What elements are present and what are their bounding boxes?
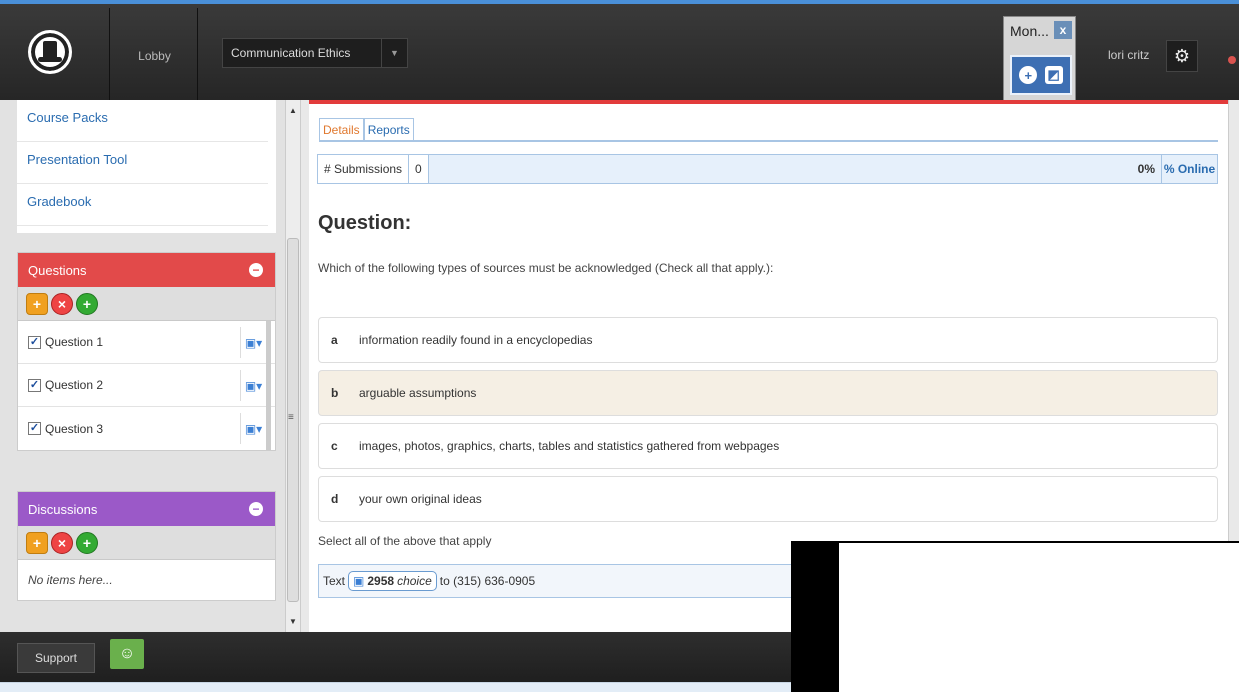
smiley-feedback-icon[interactable]: ☺	[110, 639, 144, 669]
delete-icon[interactable]: ×	[51, 292, 73, 315]
status-dot-icon	[1228, 56, 1236, 64]
text-response-bar: Text ▣ 2958 choice to (315) 636-0905	[318, 564, 793, 598]
support-button[interactable]: Support	[17, 643, 95, 673]
choice-b[interactable]: b arguable assumptions	[318, 370, 1218, 416]
text-prefix: Text	[323, 574, 346, 588]
monitor-widget: Mon... x + ◩	[1003, 16, 1076, 102]
tab-bar: Details Reports	[319, 118, 414, 142]
new-folder-icon[interactable]: +	[26, 531, 48, 554]
course-dropdown[interactable]: Communication Ethics ▼	[222, 38, 408, 68]
question-menu-icon[interactable]: ▣▾	[240, 370, 266, 401]
question-text: Which of the following types of sources …	[318, 261, 774, 275]
row-scroll-indicator	[266, 321, 271, 364]
sms-number: to (315) 636-0905	[439, 574, 536, 588]
sidebar-links: Course Packs Presentation Tool Gradebook	[17, 100, 276, 233]
question-label: Question 2	[45, 378, 104, 392]
new-folder-icon[interactable]: +	[26, 292, 48, 315]
empty-message: No items here...	[28, 573, 113, 587]
tab-details[interactable]: Details	[319, 118, 364, 142]
overlay-blank-area	[839, 543, 1239, 692]
monitor-title: Mon...	[1010, 23, 1049, 39]
questions-header[interactable]: Questions −	[18, 253, 275, 287]
gradebook-link[interactable]: Gradebook	[17, 184, 268, 226]
lobby-link[interactable]: Lobby	[112, 8, 198, 104]
choice-d[interactable]: d your own original ideas	[318, 476, 1218, 522]
online-percent: 0%	[1137, 162, 1155, 176]
chevron-down-icon[interactable]: ▼	[381, 39, 407, 67]
list-item[interactable]: ✓ Question 1 ▣▾	[18, 321, 275, 364]
add-icon[interactable]: +	[76, 292, 98, 315]
collapse-icon[interactable]: −	[249, 502, 263, 516]
list-item[interactable]: ✓ Question 2 ▣▾	[18, 364, 275, 407]
course-packs-link[interactable]: Course Packs	[17, 100, 268, 142]
add-icon[interactable]: +	[76, 531, 98, 554]
choice-letter: d	[331, 492, 339, 506]
discussions-panel: Discussions − + × + No items here...	[17, 491, 276, 601]
submissions-count: 0	[409, 155, 429, 183]
user-name[interactable]: lori critz	[1108, 48, 1149, 62]
gear-icon[interactable]: ⚙	[1166, 40, 1198, 72]
sms-code: 2958	[367, 574, 395, 588]
choice-letter: b	[331, 386, 339, 400]
questions-panel: Questions − + × + ✓ Question 1 ▣▾ ✓ Ques…	[17, 252, 276, 451]
collapse-icon[interactable]: −	[249, 263, 263, 277]
monitor-close-button[interactable]: x	[1054, 21, 1072, 39]
discussions-header[interactable]: Discussions −	[18, 492, 275, 526]
sms-choice-label: choice	[397, 574, 432, 588]
presentation-tool-link[interactable]: Presentation Tool	[17, 142, 268, 184]
discussions-title: Discussions	[28, 501, 98, 517]
row-scroll-indicator	[266, 407, 271, 450]
tab-reports[interactable]: Reports	[363, 118, 414, 142]
choice-letter: a	[331, 333, 338, 347]
left-sidebar: Course Packs Presentation Tool Gradebook…	[0, 100, 285, 632]
question-label: Question 3	[45, 421, 104, 436]
choice-c[interactable]: c images, photos, graphics, charts, tabl…	[318, 423, 1218, 469]
course-dropdown-value: Communication Ethics	[231, 46, 351, 60]
choice-text: your own original ideas	[359, 492, 482, 506]
questions-toolbar: + × +	[18, 287, 275, 321]
logo-cell[interactable]	[10, 8, 110, 104]
row-scroll-indicator	[266, 364, 271, 407]
question-menu-icon[interactable]: ▣▾	[240, 327, 266, 358]
monitor-add-icon[interactable]: +	[1019, 66, 1038, 84]
choice-text: arguable assumptions	[359, 386, 477, 400]
discussions-toolbar: + × +	[18, 526, 275, 560]
instructions: Select all of the above that apply	[318, 534, 492, 548]
question-label: Question 1	[45, 335, 104, 349]
choice-text: information readily found in a encyclope…	[359, 333, 593, 347]
choice-a[interactable]: a information readily found in a encyclo…	[318, 317, 1218, 363]
questions-title: Questions	[28, 262, 87, 278]
question-menu-icon[interactable]: ▣▾	[240, 413, 266, 444]
scroll-down-icon[interactable]: ▼	[289, 617, 297, 626]
monitor-toolbar: + ◩	[1010, 55, 1072, 95]
submissions-bar: # Submissions 0 0% % Online	[317, 154, 1218, 184]
delete-icon[interactable]: ×	[51, 531, 73, 554]
sidebar-scrollbar[interactable]: ▲ ▼	[285, 100, 301, 632]
phone-icon: ▣	[353, 574, 365, 588]
sms-code-pill[interactable]: ▣ 2958 choice	[348, 571, 437, 591]
checkbox[interactable]: ✓	[28, 335, 41, 349]
overlay-block	[791, 541, 1239, 692]
scroll-up-icon[interactable]: ▲	[289, 106, 297, 115]
choice-letter: c	[331, 439, 338, 453]
online-label: % Online	[1161, 155, 1217, 183]
bottom-strip	[0, 682, 791, 692]
checkbox[interactable]: ✓	[28, 378, 41, 392]
monitor-expand-icon[interactable]: ◩	[1044, 66, 1063, 84]
choice-text: images, photos, graphics, charts, tables…	[359, 439, 780, 453]
resize-grip-icon[interactable]: ≡	[288, 412, 294, 423]
submissions-label: # Submissions	[318, 155, 410, 183]
tab-divider	[319, 140, 1218, 142]
question-heading: Question:	[318, 212, 412, 234]
top-hat-logo-icon[interactable]	[28, 30, 72, 74]
list-item[interactable]: ✓ Question 3 ▣▾	[18, 407, 275, 450]
checkbox[interactable]: ✓	[28, 422, 41, 435]
